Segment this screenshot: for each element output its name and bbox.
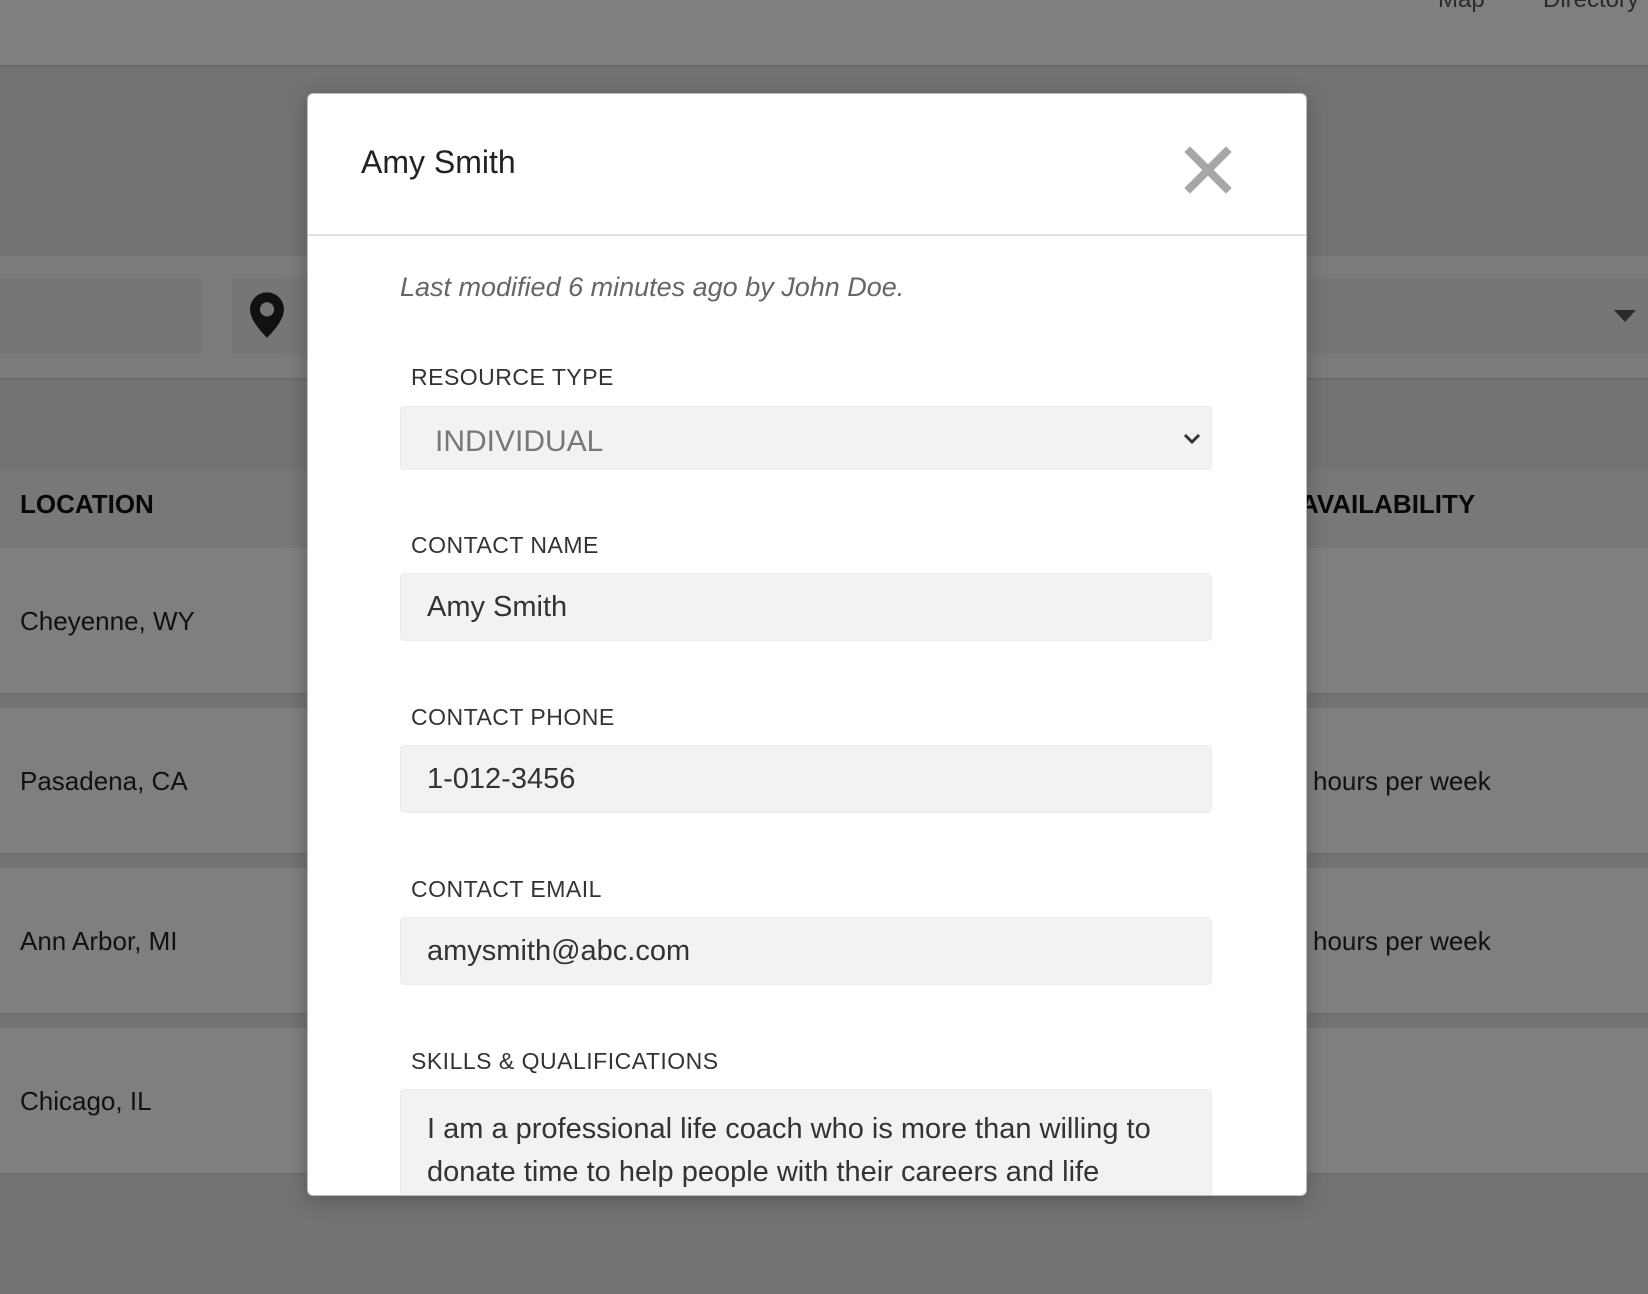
contact-email-value: amysmith@abc.com [427,935,691,967]
resource-type-value: INDIVIDUAL [435,425,604,458]
contact-email-label: CONTACT EMAIL [411,876,602,902]
contact-name-label: CONTACT NAME [411,532,599,558]
close-icon[interactable] [1182,144,1234,196]
contact-email-input[interactable]: amysmith@abc.com [400,917,1212,985]
contact-phone-input[interactable]: 1-012-3456 [400,745,1212,813]
skills-textarea[interactable]: I am a professional life coach who is mo… [400,1089,1212,1195]
chevron-down-icon [1183,433,1201,445]
edit-resource-modal: Amy Smith Last modified 6 minutes ago by… [307,93,1307,1196]
modal-header: Amy Smith [308,94,1306,236]
modal-body[interactable]: Last modified 6 minutes ago by John Doe.… [308,236,1306,1195]
contact-phone-value: 1-012-3456 [427,763,576,795]
resource-type-select[interactable]: INDIVIDUAL [400,406,1212,470]
skills-label: SKILLS & QUALIFICATIONS [411,1048,719,1074]
contact-name-value: Amy Smith [427,591,568,623]
contact-phone-label: CONTACT PHONE [411,704,615,730]
last-modified-note: Last modified 6 minutes ago by John Doe. [400,272,905,302]
resource-type-label: RESOURCE TYPE [411,364,614,390]
skills-value: I am a professional life coach who is mo… [427,1113,1151,1188]
contact-name-input[interactable]: Amy Smith [400,573,1212,641]
modal-title: Amy Smith [361,144,516,180]
